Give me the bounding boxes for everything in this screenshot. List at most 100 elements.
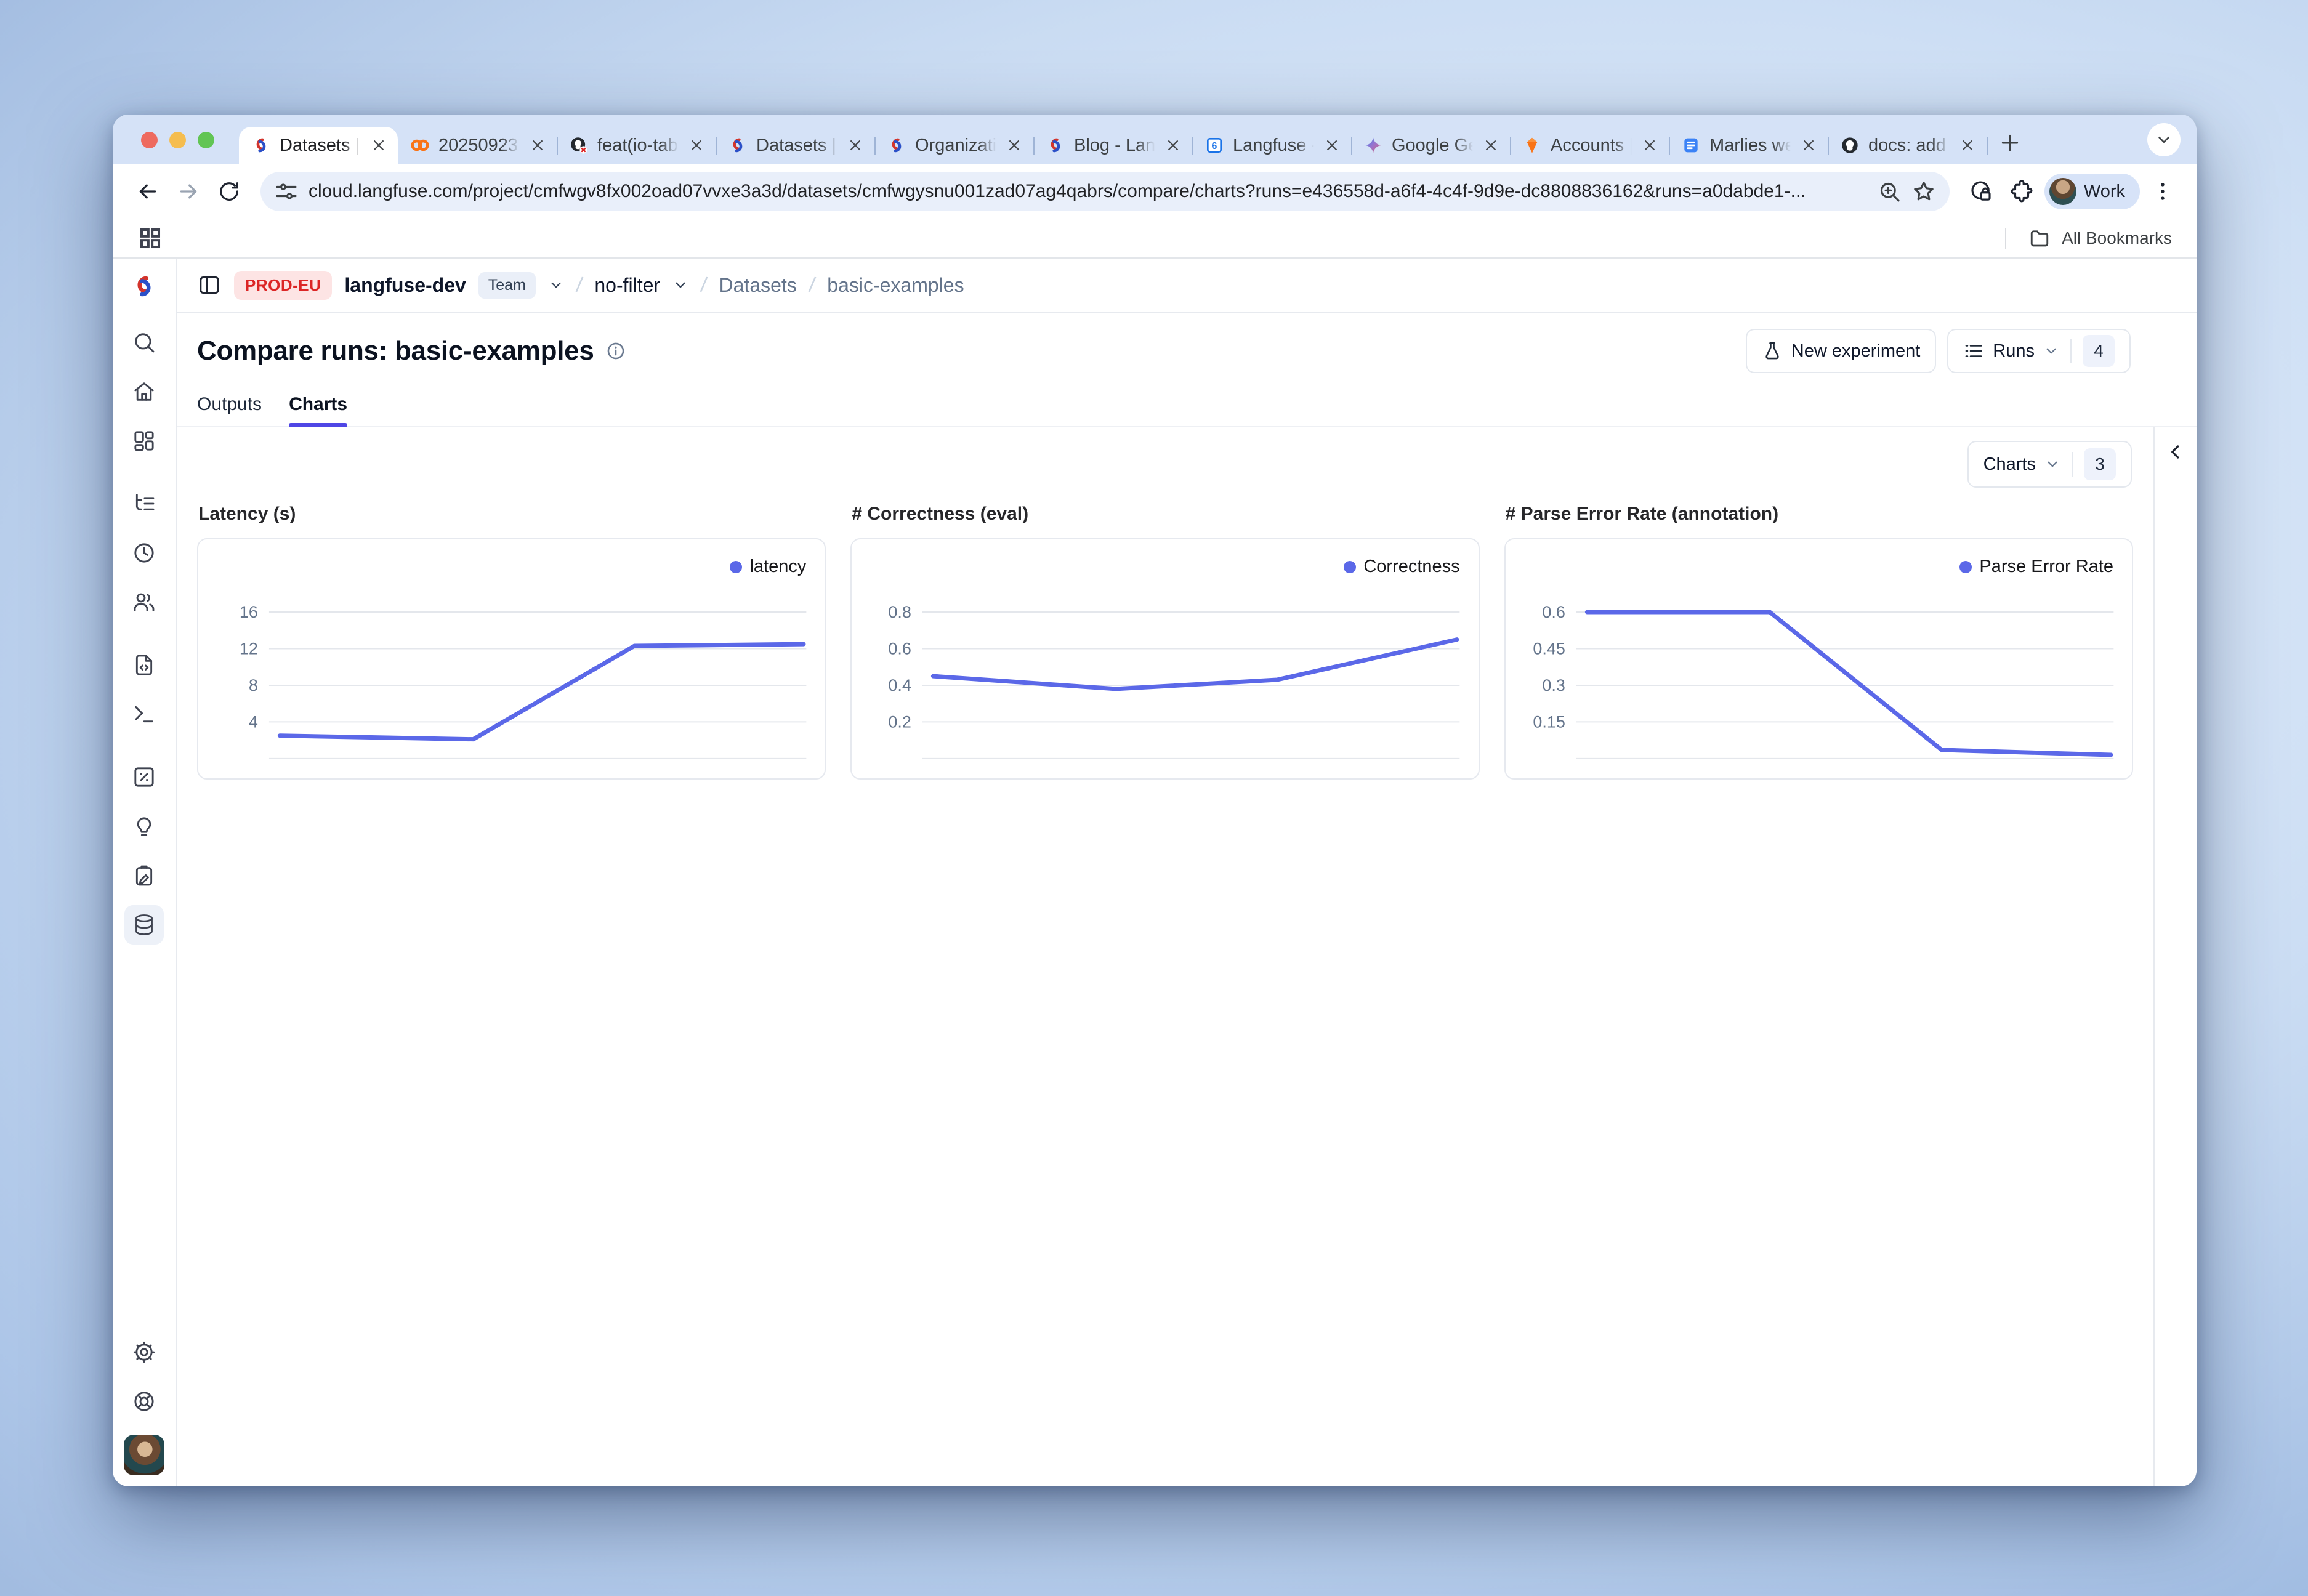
browser-tab-1[interactable]: 20250923 [398, 127, 557, 164]
browser-tab-6[interactable]: 6Langfuse - [1192, 127, 1351, 164]
close-tab-icon[interactable] [1005, 136, 1023, 155]
langfuse-icon [887, 135, 906, 155]
legend-label: Correctness [1363, 557, 1459, 577]
browser-tab-9[interactable]: Marlies we [1669, 127, 1828, 164]
close-tab-icon[interactable] [1958, 136, 1977, 155]
sidebar-item-settings[interactable] [124, 1332, 164, 1372]
profile-avatar [2049, 178, 2076, 205]
close-window-button[interactable] [141, 132, 158, 148]
close-tab-icon[interactable] [1482, 136, 1500, 155]
gem-orange-icon [1522, 135, 1542, 155]
calendar-6-icon: 6 [1204, 135, 1224, 155]
sidebar-item-support[interactable] [124, 1382, 164, 1421]
maximize-window-button[interactable] [198, 132, 214, 148]
legend-label: latency [749, 557, 806, 577]
browser-tab-strip: Datasets | L20250923feat(io-tabDatasets … [113, 115, 2197, 164]
new-tab-button[interactable] [1993, 126, 2027, 160]
breadcrumb-dataset-link[interactable]: basic-examples [827, 274, 964, 297]
sidebar-item-tracing[interactable] [124, 484, 164, 523]
zoom-page-icon[interactable] [1877, 179, 1902, 204]
close-tab-icon[interactable] [1640, 136, 1659, 155]
runs-selector-button[interactable]: Runs 4 [1947, 329, 2131, 373]
info-icon[interactable] [605, 341, 626, 361]
sidebar-item-datasets[interactable] [124, 905, 164, 945]
org-switcher-chevron-icon[interactable] [548, 277, 564, 293]
environment-badge: PROD-EU [234, 271, 332, 300]
chart-card[interactable]: 0.20.40.60.8Correctness [850, 538, 1479, 780]
all-bookmarks-button[interactable]: All Bookmarks [2005, 227, 2172, 249]
sidebar-item-evaluators[interactable] [124, 757, 164, 797]
project-name[interactable]: no-filter [594, 274, 660, 297]
site-settings-icon[interactable] [274, 179, 299, 204]
svg-text:0.2: 0.2 [889, 712, 912, 731]
co-orange-icon [410, 135, 430, 155]
tab-title: Datasets | L [756, 135, 837, 156]
chart-card[interactable]: 481216latency [197, 538, 826, 780]
sidebar-item-sessions[interactable] [124, 533, 164, 573]
sidebar-item-insights[interactable] [124, 807, 164, 846]
langfuse-logo-icon[interactable] [130, 272, 158, 300]
user-avatar[interactable] [124, 1435, 164, 1475]
extensions-puzzle-icon[interactable] [2004, 174, 2040, 209]
close-tab-icon[interactable] [1799, 136, 1818, 155]
close-tab-icon[interactable] [1164, 136, 1182, 155]
tab-search-chevron-icon[interactable] [2147, 123, 2181, 156]
close-tab-icon[interactable] [846, 136, 865, 155]
browser-profile-chip[interactable]: Work [2044, 174, 2140, 209]
charts-selector-button[interactable]: Charts 3 [1967, 441, 2132, 488]
browser-tab-5[interactable]: Blog - Lang [1033, 127, 1192, 164]
sidebar-item-users[interactable] [124, 582, 164, 622]
browser-tab-4[interactable]: Organizatio [874, 127, 1033, 164]
playground-icon [132, 702, 156, 727]
chart-title: # Correctness (eval) [852, 504, 1479, 525]
sidebar-item-prompts[interactable] [124, 645, 164, 685]
browser-tab-8[interactable]: Accounts | [1510, 127, 1669, 164]
project-switcher-chevron-icon[interactable] [672, 277, 688, 293]
legend-dot-icon [730, 561, 742, 573]
reload-button[interactable] [211, 174, 247, 209]
tab-outputs[interactable]: Outputs [197, 394, 262, 426]
evaluators-icon [132, 765, 156, 789]
browser-tab-7[interactable]: Google Ge [1351, 127, 1510, 164]
sidebar-item-home[interactable] [124, 372, 164, 411]
browser-tab-3[interactable]: Datasets | L [716, 127, 874, 164]
chart-card[interactable]: 0.150.30.450.6Parse Error Rate [1504, 538, 2133, 780]
org-name[interactable]: langfuse-dev [344, 274, 466, 297]
bookmarks-bar: All Bookmarks [113, 219, 2197, 259]
address-bar[interactable]: cloud.langfuse.com/project/cmfwgv8fx002o… [260, 172, 1950, 211]
url-text: cloud.langfuse.com/project/cmfwgv8fx002o… [309, 181, 1867, 202]
forward-button[interactable] [171, 174, 206, 209]
browser-tab-10[interactable]: docs: add g [1828, 127, 1987, 164]
back-button[interactable] [130, 174, 166, 209]
window-controls [141, 132, 214, 148]
chart-title: Latency (s) [198, 504, 826, 525]
breadcrumb-separator: / [807, 273, 817, 297]
sidebar-toggle-icon[interactable] [197, 273, 222, 297]
browser-tab-2[interactable]: feat(io-tab [557, 127, 716, 164]
sidebar-item-dashboard[interactable] [124, 421, 164, 461]
users-icon [132, 590, 156, 615]
close-tab-icon[interactable] [687, 136, 706, 155]
apps-grid-icon[interactable] [137, 225, 163, 251]
sidebar-item-search[interactable] [124, 323, 164, 362]
close-tab-icon[interactable] [369, 136, 388, 155]
collapse-panel-icon[interactable] [2165, 441, 2187, 463]
svg-text:12: 12 [240, 640, 258, 658]
sidebar-item-annotation[interactable] [124, 856, 164, 895]
browser-window: Datasets | L20250923feat(io-tabDatasets … [113, 115, 2197, 1486]
view-tabs: Outputs Charts [177, 378, 2197, 427]
browser-menu-kebab-icon[interactable] [2145, 174, 2181, 209]
browser-tab-0[interactable]: Datasets | L [239, 127, 398, 164]
close-tab-icon[interactable] [1323, 136, 1341, 155]
close-tab-icon[interactable] [528, 136, 547, 155]
breadcrumb-datasets-link[interactable]: Datasets [719, 274, 797, 297]
bookmark-star-icon[interactable] [1911, 179, 1936, 204]
new-experiment-button[interactable]: New experiment [1746, 329, 1937, 373]
langfuse-icon [251, 135, 271, 155]
insights-icon [132, 814, 156, 839]
github-x-icon [569, 135, 589, 155]
privacy-extension-icon[interactable] [1963, 174, 1999, 209]
minimize-window-button[interactable] [169, 132, 186, 148]
sidebar-item-playground[interactable] [124, 695, 164, 734]
tab-charts[interactable]: Charts [289, 394, 347, 426]
